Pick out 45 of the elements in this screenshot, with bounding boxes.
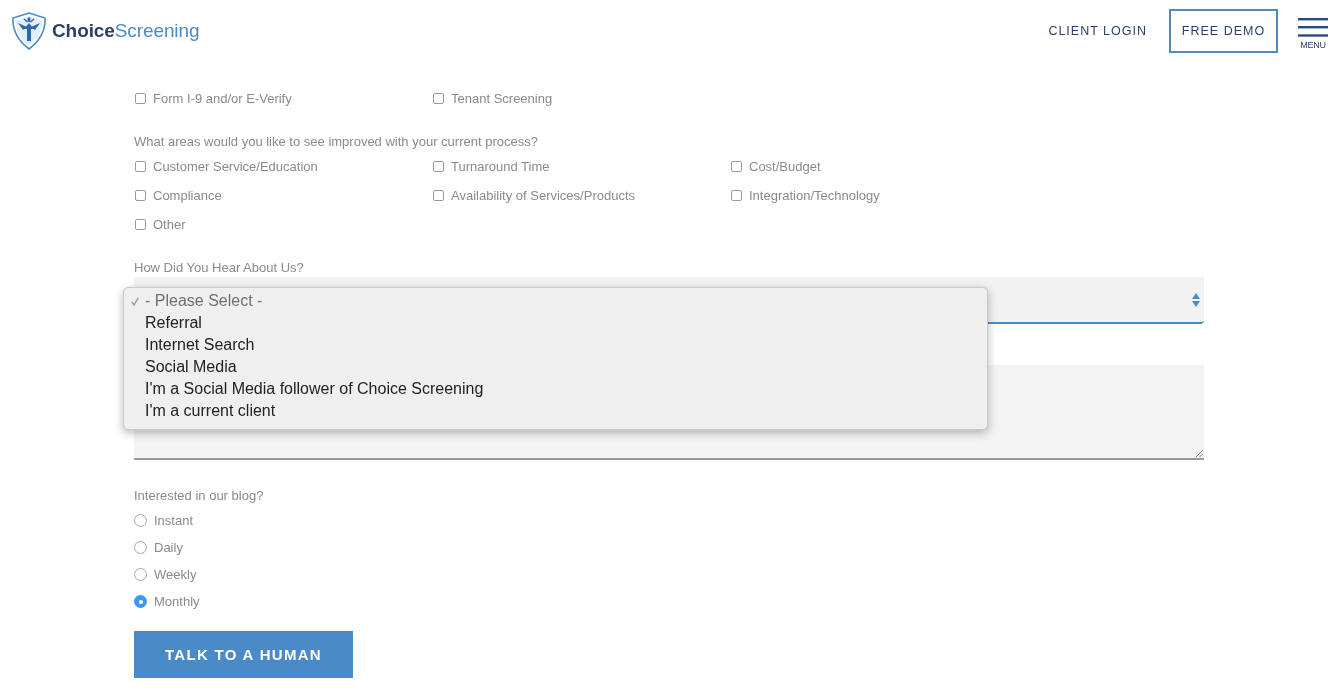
- radio-label: Daily: [154, 540, 183, 555]
- radio-button[interactable]: [134, 541, 147, 554]
- menu-button[interactable]: MENU: [1298, 18, 1328, 50]
- dropdown-option[interactable]: Referral: [124, 312, 987, 334]
- dropdown-option[interactable]: - Please Select -: [124, 290, 987, 312]
- logo-wordmark[interactable]: ChoiceScreening: [52, 20, 200, 42]
- menu-icon: [1298, 18, 1328, 37]
- checkbox-label: Cost/Budget: [749, 159, 821, 174]
- radio-button[interactable]: [134, 568, 147, 581]
- dropdown-option[interactable]: I'm a Social Media follower of Choice Screening: [124, 378, 987, 400]
- resize-grip-icon[interactable]: [1195, 449, 1203, 457]
- demo-button[interactable]: FREE DEMO: [1169, 9, 1278, 53]
- checkbox[interactable]: [731, 190, 742, 201]
- dropdown-option[interactable]: I'm a current client: [124, 400, 987, 422]
- checkbox[interactable]: [433, 190, 444, 201]
- radio-button[interactable]: [134, 514, 147, 527]
- checkbox[interactable]: [135, 161, 146, 172]
- checkbox[interactable]: [135, 93, 146, 104]
- radio-button[interactable]: [134, 595, 147, 608]
- checkbox-label: Turnaround Time: [451, 159, 550, 174]
- checkbox-label: Other: [153, 217, 186, 232]
- checkbox[interactable]: [135, 219, 146, 230]
- submit-button[interactable]: TALK TO A HUMAN: [134, 631, 353, 678]
- radio-label: Instant: [154, 513, 194, 528]
- dropdown-option[interactable]: Social Media: [124, 356, 987, 378]
- shield-logo-icon: [10, 12, 48, 50]
- checkbox-label: Compliance: [153, 188, 222, 203]
- checkbox-label: Customer Service/Education: [153, 159, 318, 174]
- radio-label: Monthly: [154, 594, 200, 609]
- dropdown-option[interactable]: Internet Search: [124, 334, 987, 356]
- checkbox-label: Tenant Screening: [451, 91, 553, 106]
- checkbox-label: Availability of Services/Products: [451, 188, 635, 203]
- question-label: How Did You Hear About Us?: [134, 259, 305, 277]
- checkbox[interactable]: [731, 161, 742, 172]
- checkbox[interactable]: [433, 161, 444, 172]
- select-arrows-icon: [1192, 292, 1200, 307]
- checkbox[interactable]: [433, 93, 444, 104]
- question-label: What areas would you like to see improved with your current process?: [134, 133, 539, 151]
- radio-label: Weekly: [154, 567, 197, 582]
- check-icon: [131, 296, 139, 306]
- checkbox-label: Integration/Technology: [749, 188, 880, 203]
- login-link[interactable]: CLIENT LOGIN: [1048, 24, 1147, 38]
- question-label: Interested in our blog?: [134, 487, 265, 505]
- checkbox[interactable]: [135, 190, 146, 201]
- checkbox-label: Form I-9 and/or E-Verify: [153, 91, 292, 106]
